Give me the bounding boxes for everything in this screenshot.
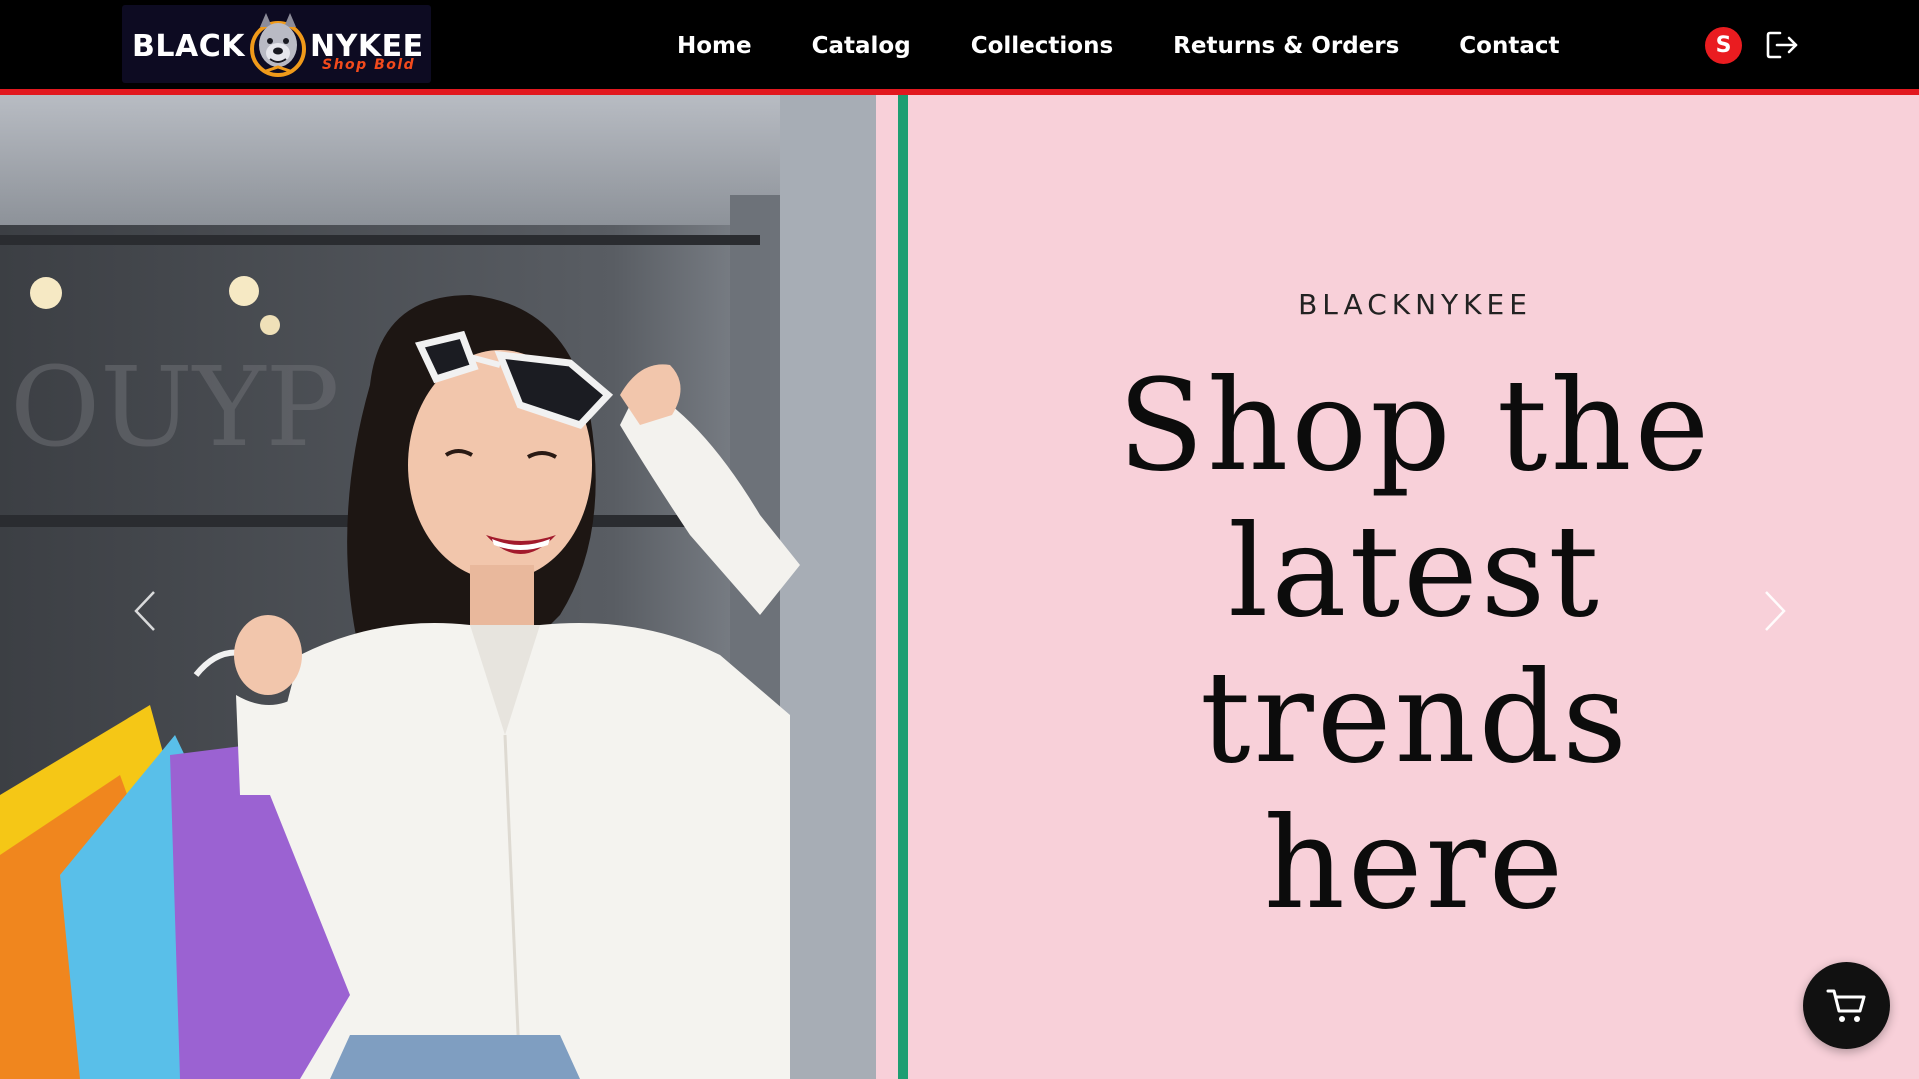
hero-photo: OUYP: [0, 95, 876, 1079]
nav-catalog-link[interactable]: Catalog: [782, 28, 941, 64]
shopping-cart-icon: [1826, 989, 1865, 1022]
hero-eyebrow: BLACKNYKEE: [1298, 288, 1532, 321]
bulldog-logo-icon: [250, 13, 306, 77]
svg-text:OUYP: OUYP: [10, 343, 340, 471]
chevron-right-icon[interactable]: [1760, 588, 1790, 634]
nav-returns-orders-link[interactable]: Returns & Orders: [1143, 28, 1429, 64]
logo-text-black: BLACK: [132, 29, 245, 64]
nav-home-link[interactable]: Home: [655, 28, 782, 64]
hero-photo-illustration: OUYP: [0, 95, 876, 1079]
hero-headline: Shop the latest trends here: [1117, 352, 1713, 937]
hero-carousel: OUYP BLACKNYKEE Shop the latest trends h…: [0, 95, 1919, 1079]
user-avatar[interactable]: S: [1705, 27, 1742, 64]
logo-tagline: Shop Bold: [322, 57, 416, 73]
site-header: BLACK NYKEE Shop Bold Home Catalog Colle…: [0, 0, 1919, 91]
main-navigation: Home Catalog Collections Returns & Order…: [655, 28, 1590, 64]
hero-divider: [898, 95, 908, 1079]
nav-contact-link[interactable]: Contact: [1429, 28, 1589, 64]
brand-logo[interactable]: BLACK NYKEE Shop Bold: [122, 5, 431, 83]
hero-gap: [876, 95, 898, 1079]
logout-icon[interactable]: [1764, 28, 1800, 62]
nav-collections-link[interactable]: Collections: [941, 28, 1143, 64]
cart-button[interactable]: [1803, 962, 1890, 1049]
chevron-left-icon[interactable]: [130, 588, 160, 634]
